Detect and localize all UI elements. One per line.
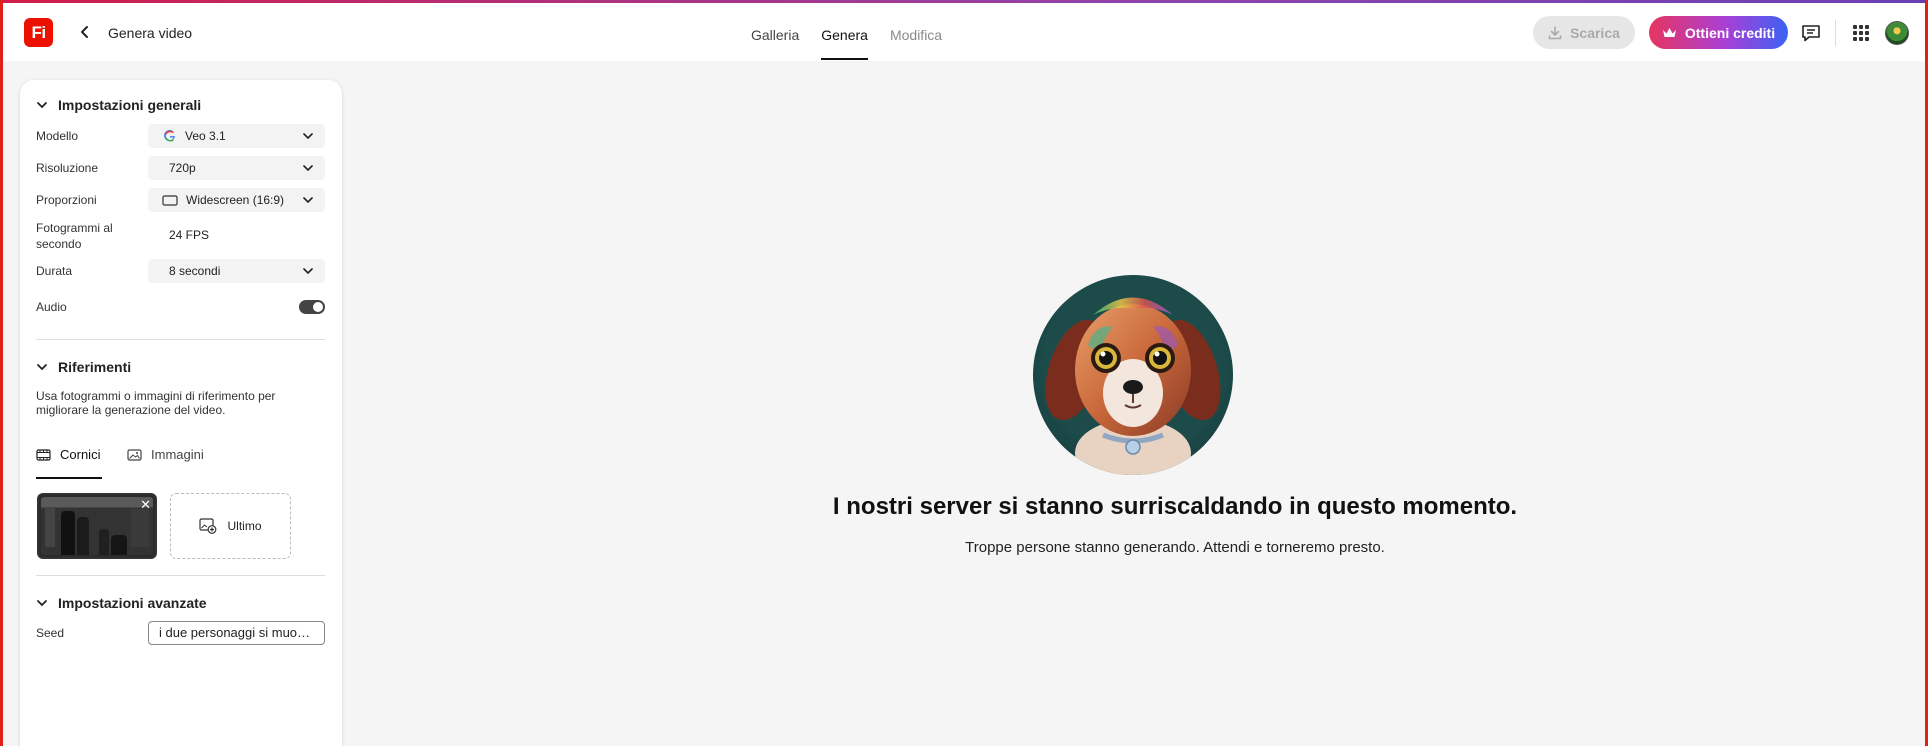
image-icon	[127, 448, 142, 461]
fps-value: 24 FPS	[169, 228, 210, 242]
audio-label: Audio	[36, 300, 67, 314]
apps-grid-icon[interactable]	[1853, 25, 1869, 41]
resolution-value: 720p	[169, 161, 196, 175]
chevron-down-icon	[303, 133, 313, 140]
audio-toggle[interactable]	[299, 300, 325, 314]
references-title: Riferimenti	[58, 359, 132, 375]
page-title: Genera video	[108, 25, 193, 41]
credits-label: Ottieni crediti	[1684, 24, 1776, 41]
duration-value: 8 secondi	[169, 264, 221, 278]
duration-label: Durata	[36, 264, 73, 278]
seed-label: Seed	[36, 626, 65, 640]
active-tab-indicator	[36, 477, 102, 479]
user-avatar[interactable]	[1885, 21, 1909, 45]
chevron-down-icon	[303, 268, 313, 275]
download-button[interactable]: Scarica	[1533, 16, 1635, 49]
tab-cornici-label: Cornici	[60, 447, 101, 462]
aspect-ratio-dropdown[interactable]: Widescreen (16:9)	[148, 188, 325, 212]
top-bar: Fi Genera video Galleria Genera Modifica…	[3, 3, 1925, 61]
firefly-logo[interactable]: Fi	[24, 18, 53, 47]
section-divider	[36, 339, 325, 340]
tab-genera[interactable]: Genera	[821, 3, 868, 61]
main-tabs: Galleria Genera Modifica	[751, 3, 964, 61]
dog-image	[1045, 297, 1221, 475]
duration-dropdown[interactable]: 8 secondi	[148, 259, 325, 283]
aspect-ratio-value: Widescreen (16:9)	[186, 193, 285, 207]
header-divider	[1835, 20, 1836, 46]
general-settings-header[interactable]: Impostazioni generali	[36, 97, 201, 113]
model-dropdown[interactable]: Veo 3.1	[148, 124, 325, 148]
tab-modifica[interactable]: Modifica	[890, 3, 942, 61]
window-left-border	[0, 0, 3, 746]
widescreen-icon	[162, 194, 178, 206]
model-label: Modello	[36, 129, 79, 143]
fps-label: Fotogrammi al secondo	[36, 221, 113, 251]
crown-icon	[1662, 27, 1676, 37]
download-label: Scarica	[1570, 24, 1620, 41]
tab-immagini-label: Immagini	[151, 447, 204, 462]
chevron-down-icon	[37, 102, 47, 109]
advanced-settings-title: Impostazioni avanzate	[58, 595, 207, 611]
dog-illustration	[1033, 275, 1233, 475]
resolution-label: Risoluzione	[36, 161, 99, 175]
back-arrow-icon[interactable]	[77, 24, 93, 40]
google-icon	[164, 130, 175, 142]
section-divider	[36, 575, 325, 576]
chevron-down-icon	[37, 600, 47, 607]
error-subtitle: Troppe persone stanno generando. Attendi…	[965, 539, 1385, 556]
download-icon	[1548, 25, 1562, 39]
aspect-ratio-label: Proporzioni	[36, 193, 97, 207]
advanced-settings-header[interactable]: Impostazioni avanzate	[36, 595, 207, 611]
resolution-dropdown[interactable]: 720p	[148, 156, 325, 180]
chevron-down-icon	[37, 364, 47, 371]
error-title: I nostri server si stanno surriscaldando…	[832, 493, 1518, 520]
references-description: Usa fotogrammi o immagini di riferimento…	[36, 389, 276, 417]
settings-panel: Impostazioni generali Modello Veo 3.1 Ri…	[20, 80, 342, 746]
tab-cornici[interactable]: Cornici	[36, 447, 100, 462]
film-frames-icon	[36, 448, 51, 461]
get-credits-button[interactable]: Ottieni crediti	[1649, 16, 1788, 49]
last-frame-label: Ultimo	[227, 519, 262, 533]
feedback-icon[interactable]	[1801, 24, 1821, 42]
chevron-down-icon	[303, 197, 313, 204]
model-value: Veo 3.1	[185, 129, 226, 143]
tab-immagini[interactable]: Immagini	[127, 447, 204, 462]
chevron-down-icon	[303, 165, 313, 172]
tab-galleria[interactable]: Galleria	[751, 3, 799, 61]
references-header[interactable]: Riferimenti	[36, 359, 131, 375]
seed-input[interactable]: i due personaggi si muovono	[148, 621, 325, 645]
general-settings-title: Impostazioni generali	[58, 97, 202, 113]
